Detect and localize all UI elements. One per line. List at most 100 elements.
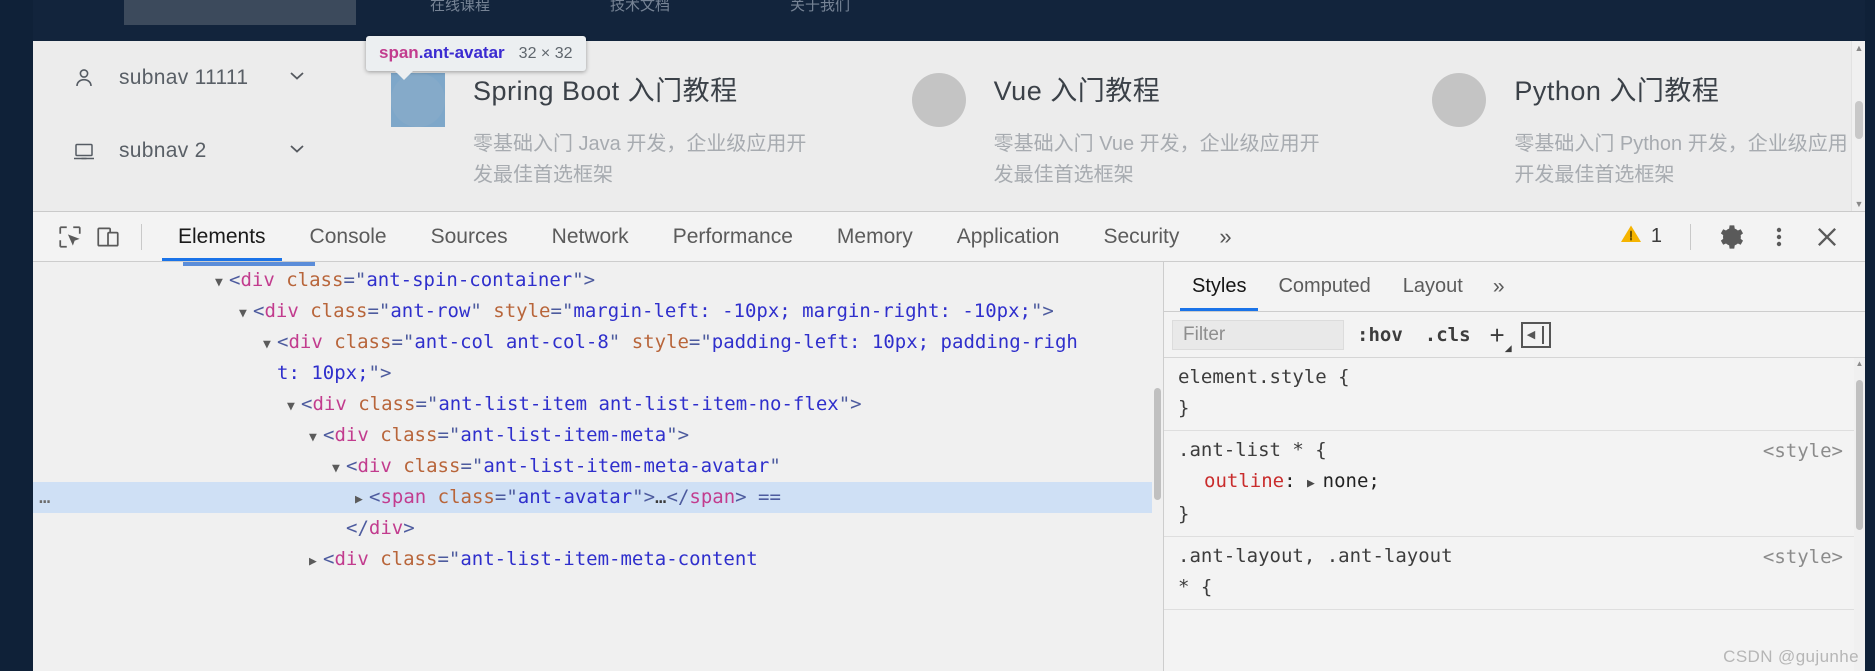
toolbar-divider [141,223,142,250]
css-rule-source[interactable]: <style> [1763,542,1843,573]
tab-elements[interactable]: Elements [156,212,288,261]
expand-triangle-icon[interactable]: ▼ [287,391,301,422]
course-card[interactable]: Vue 入门教程 零基础入门 Vue 开发，企业级应用开发最佳首选框架 [884,41,1343,211]
scrollbar-thumb[interactable] [1855,101,1863,139]
tab-console[interactable]: Console [288,212,409,261]
site-header-menu: 在线课程 技术文档 关于我们 [430,0,850,15]
toolbar-divider [1690,223,1691,250]
plus-icon: + [1489,319,1505,350]
dom-tree-line-selected[interactable]: … ▶ <span class="ant-avatar">…</span> == [33,482,1163,513]
gear-icon[interactable] [1709,217,1753,257]
expand-triangle-icon[interactable]: ▼ [215,267,229,298]
tab-styles[interactable]: Styles [1176,262,1262,311]
page-sidebar: subnav 11111 subnav 2 [33,41,335,211]
device-toolbar-icon[interactable] [89,220,127,254]
site-menu-item-2[interactable]: 关于我们 [790,0,850,15]
dom-token-punct: " [470,300,494,322]
css-colon: : [1284,470,1307,492]
dom-token-plain [323,331,334,353]
chevron-down-icon[interactable] [287,139,307,164]
css-selector[interactable]: element.style { [1178,362,1865,393]
scroll-up-icon[interactable]: ▲ [1852,41,1865,55]
avatar[interactable] [391,73,445,127]
course-card[interactable]: Python 入门教程 零基础入门 Python 开发，企业级应用开发最佳首选框… [1404,41,1863,211]
expand-triangle-icon[interactable]: ▼ [263,329,277,360]
scrollbar-thumb[interactable] [1154,388,1161,500]
hov-toggle-button[interactable]: :hov [1348,324,1412,346]
dom-token-punct: =" [367,300,391,322]
user-icon [71,65,97,91]
page-scrollbar[interactable]: ▲ ▼ [1851,41,1865,211]
css-rule[interactable]: .ant-list * {<style> outline: ▶ none;} [1164,431,1865,537]
css-rule[interactable]: .ant-layout, .ant-layout <style> * { [1164,537,1865,610]
dom-token-attr: class [286,269,344,291]
css-property[interactable]: outline [1178,470,1284,492]
new-style-rule-button[interactable]: + ◢ [1484,319,1512,353]
dom-token-attr: class [380,424,438,446]
dom-tree-line[interactable]: ▼ <div class="ant-row" style="margin-left… [33,296,1163,327]
avatar[interactable] [1432,73,1487,127]
scroll-up-icon[interactable]: ▲ [1854,358,1865,370]
site-menu-item-1[interactable]: 技术文档 [610,0,670,15]
styles-scrollbar[interactable]: ▲ [1854,358,1865,671]
dom-tree-line[interactable]: </div> [33,513,1163,544]
warning-badge[interactable]: 1 [1609,222,1672,252]
dom-token-plain [299,300,310,322]
more-vertical-icon[interactable] [1757,217,1801,257]
tab-network[interactable]: Network [530,212,651,261]
tab-security[interactable]: Security [1081,212,1201,261]
cls-toggle-button[interactable]: .cls [1416,324,1480,346]
dom-tree-line[interactable]: ▼ <div class="ant-list-item ant-list-item… [33,389,1163,420]
sidebar-item-subnav-2[interactable]: subnav 2 [33,124,335,178]
scrollbar-thumb[interactable] [1856,380,1863,530]
dom-tree-line[interactable]: t: 10px;"> [33,358,1163,389]
dom-tree-scrollbar[interactable] [1152,262,1163,671]
filter-input[interactable]: Filter [1172,319,1344,350]
dom-token-punct: =" [688,331,712,353]
collapse-triangle-icon[interactable]: ▶ [355,484,369,515]
dom-tree-line[interactable]: ▼ <div class="ant-list-item-meta"> [33,420,1163,451]
collapse-triangle-icon[interactable]: ▶ [309,546,323,577]
tab-memory[interactable]: Memory [815,212,935,261]
expand-triangle-icon[interactable]: ▼ [309,422,323,453]
more-tabs-icon[interactable]: » [1201,212,1249,261]
dom-token-attr: class [437,486,495,508]
dom-tree-lines: ▼ <div class="ant-spin-container"> ▼ <div c… [33,262,1163,575]
expand-triangle-icon[interactable]: ▼ [332,453,346,484]
css-rule[interactable]: element.style {} [1164,358,1865,431]
dom-token-punct: > [403,517,415,539]
toggle-sidebar-icon[interactable]: ◀ [1520,321,1551,348]
more-styles-tabs-icon[interactable]: » [1479,262,1519,311]
dom-tree-line[interactable]: ▶ <div class="ant-list-item-meta-content [33,544,1163,575]
close-icon[interactable] [1805,217,1849,257]
course-title: Vue 入门教程 [993,76,1161,106]
tab-application[interactable]: Application [935,212,1082,261]
tab-computed[interactable]: Computed [1262,262,1386,311]
scroll-down-icon[interactable]: ▼ [1852,197,1865,211]
css-rule-source[interactable]: <style> [1763,436,1843,467]
dom-token-punct: "> [666,424,690,446]
dom-tree-line[interactable]: ▼ <div class="ant-spin-container"> [33,265,1163,296]
dom-token-attr: class [310,300,368,322]
dom-token-punct: < [277,331,289,353]
sidebar-item-subnav-1[interactable]: subnav 11111 [33,51,335,105]
inspect-element-icon[interactable] [51,220,89,254]
dom-tree-line[interactable]: ▼ <div class="ant-col ant-col-8" style="p… [33,327,1163,358]
devtools-window: Elements Console Sources Network Perform… [33,211,1865,671]
tab-performance[interactable]: Performance [651,212,815,261]
course-description: 零基础入门 Java 开发，企业级应用开发最佳首选框架 [473,133,807,186]
chevron-down-icon[interactable] [287,66,307,91]
css-value[interactable]: none; [1323,470,1380,492]
tab-sources[interactable]: Sources [409,212,530,261]
dom-tree-line[interactable]: ▼ <div class="ant-list-item-meta-avatar" [33,451,1163,482]
expand-triangle-icon[interactable]: ▶ [1307,476,1323,491]
dom-token-val: ant-spin-container [366,269,573,291]
avatar[interactable] [911,73,966,127]
screenshot-root: 在线课程 技术文档 关于我们 subnav 11111 subnav 2 Spr… [0,0,1875,671]
tab-layout[interactable]: Layout [1387,262,1479,311]
site-header-tab[interactable] [124,0,356,25]
css-declaration[interactable]: outline: ▶ none; [1178,466,1865,499]
site-menu-item-0[interactable]: 在线课程 [430,0,490,15]
dom-tree-pane[interactable]: ▼ <div class="ant-spin-container"> ▼ <div c… [33,262,1163,671]
expand-triangle-icon[interactable]: ▼ [239,298,253,329]
